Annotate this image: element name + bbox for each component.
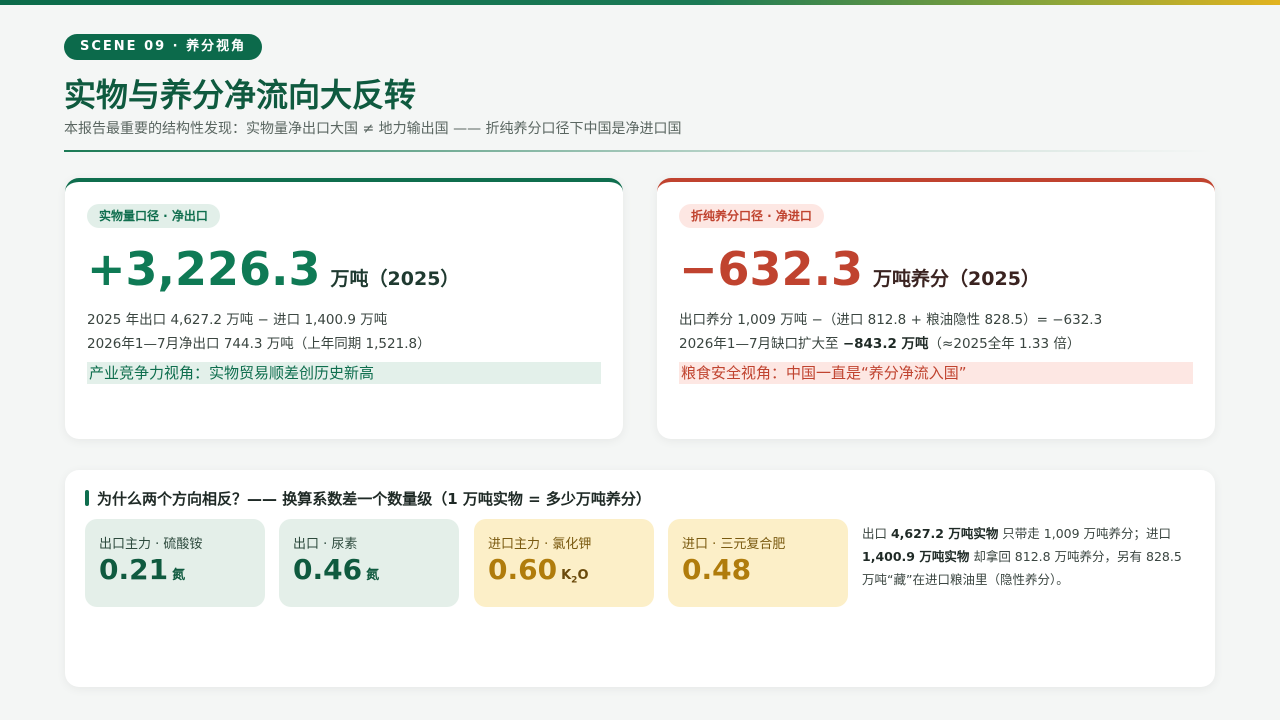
physical-volume-headline: +3,226.3 万吨（2025）	[87, 242, 459, 296]
nutrient-balance-detail: 出口养分 1,009 万吨 −（进口 812.8 + 粮油隐性 828.5）= …	[679, 312, 1103, 328]
coef-unit: K2O	[561, 568, 589, 586]
coef-value-row: 0.60 K2O	[488, 553, 589, 586]
coef-card-ammonium-sulfate: 出口主力 · 硫酸铵 0.21 氮	[85, 519, 265, 607]
coef-unit: 氮	[172, 568, 186, 583]
page-title: 实物与养分净流向大反转	[64, 76, 417, 114]
nutrient-headline: −632.3 万吨养分（2025）	[679, 242, 1040, 296]
note-text: 只带走 1,009 万吨养分；进口	[998, 526, 1172, 541]
top-accent-bar	[0, 0, 1280, 5]
coef-label: 出口主力 · 硫酸铵	[99, 537, 203, 552]
coef-label: 出口 · 尿素	[293, 537, 358, 552]
physical-volume-card: 实物量口径 · 净出口 +3,226.3 万吨（2025） 2025 年出口 4,…	[65, 178, 623, 439]
coef-card-potassium-chloride: 进口主力 · 氯化钾 0.60 K2O	[474, 519, 654, 607]
coef-number: 0.48	[682, 553, 752, 586]
coef-unit: 氮	[366, 568, 380, 583]
coef-value-row: 0.48	[682, 553, 755, 586]
net-import-unit: 万吨养分（2025）	[873, 268, 1040, 290]
note-bold: 1,400.9 万吨实物	[862, 549, 970, 564]
note-bold: 4,627.2 万吨实物	[890, 526, 999, 541]
ytd-gap-detail: 2026年1—7月缺口扩大至 −843.2 万吨（≈2025全年 1.33 倍）	[679, 332, 1080, 352]
coef-value-row: 0.46 氮	[293, 553, 379, 586]
net-import-value: −632.3	[679, 242, 864, 296]
net-export-unit: 万吨（2025）	[330, 268, 460, 290]
nutrient-tag: 折纯养分口径 · 净进口	[679, 204, 824, 228]
ytd-gap-suffix: （≈2025全年 1.33 倍）	[928, 336, 1081, 352]
section-title: 为什么两个方向相反？—— 换算系数差一个数量级（1 万吨实物 = 多少万吨养分）	[85, 488, 651, 509]
ytd-gap-prefix: 2026年1—7月缺口扩大至	[679, 336, 843, 352]
coef-number: 0.46	[293, 553, 363, 586]
page-subtitle: 本报告最重要的结构性发现：实物量净出口大国 ≠ 地力输出国 —— 折纯养分口径下…	[64, 121, 682, 137]
note-text: 出口	[862, 526, 891, 541]
coef-label: 进口 · 三元复合肥	[682, 537, 786, 552]
coef-label: 进口主力 · 氯化钾	[488, 537, 592, 552]
conversion-explanation-card: 为什么两个方向相反？—— 换算系数差一个数量级（1 万吨实物 = 多少万吨养分）…	[65, 470, 1215, 687]
industry-perspective-highlight: 产业竞争力视角：实物贸易顺差创历史新高	[87, 362, 601, 384]
coef-value-row: 0.21 氮	[99, 553, 185, 586]
net-export-value: +3,226.3	[87, 242, 321, 296]
explanation-note: 出口 4,627.2 万吨实物 只带走 1,009 万吨养分；进口 1,400.…	[862, 522, 1192, 591]
nutrient-card: 折纯养分口径 · 净进口 −632.3 万吨养分（2025） 出口养分 1,009…	[657, 178, 1215, 439]
scene-label: SCENE 09 · 养分视角	[64, 34, 263, 60]
food-security-highlight: 粮食安全视角：中国一直是“养分净流入国”	[679, 362, 1193, 384]
physical-volume-tag: 实物量口径 · 净出口	[87, 204, 220, 228]
ytd-net-export-detail: 2026年1—7月净出口 744.3 万吨（上年同期 1,521.8）	[87, 336, 431, 352]
coef-unit-main: K	[561, 568, 572, 583]
export-import-detail: 2025 年出口 4,627.2 万吨 − 进口 1,400.9 万吨	[87, 312, 388, 328]
ytd-gap-value: −843.2 万吨	[842, 336, 929, 352]
title-divider	[64, 150, 1214, 152]
coef-unit-tail: O	[577, 568, 589, 583]
coef-number: 0.60	[488, 553, 558, 586]
coef-number: 0.21	[99, 553, 169, 586]
coef-card-urea: 出口 · 尿素 0.46 氮	[279, 519, 459, 607]
coef-card-npk-compound: 进口 · 三元复合肥 0.48	[668, 519, 848, 607]
